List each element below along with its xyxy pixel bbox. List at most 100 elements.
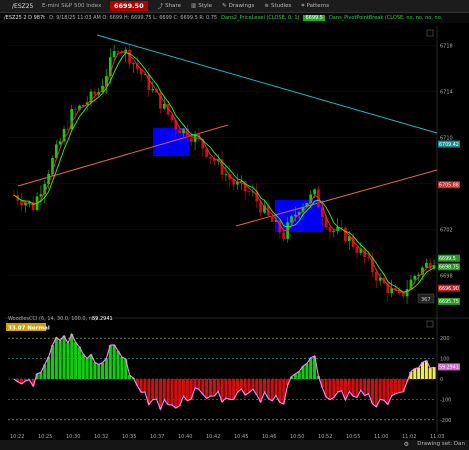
- cci-histogram-bar: [251, 379, 255, 390]
- cci-histogram-bar: [270, 379, 274, 401]
- candle-body: [93, 91, 97, 95]
- cci-histogram-bar: [378, 379, 382, 400]
- candle-body: [58, 141, 62, 145]
- cci-histogram-bar: [397, 379, 401, 393]
- status-bar: Drawing set: Dan ⚙: [0, 440, 469, 450]
- cci-histogram-bar: [208, 379, 213, 397]
- candle-body: [401, 293, 405, 297]
- cci-tick-label: 200: [440, 336, 450, 342]
- candle-body: [340, 226, 343, 228]
- cci-histogram-bar: [420, 362, 425, 379]
- cci-histogram-bar: [158, 379, 162, 410]
- cci-histogram-bar: [89, 354, 93, 379]
- cci-histogram-bar: [93, 362, 97, 379]
- price-label: 6699.5: [439, 256, 456, 262]
- candle-body: [332, 230, 336, 232]
- cci-study-name[interactable]: WoodiesCCI (6, 14, 30.0, 100.0, no): [8, 316, 97, 322]
- cci-regime-label: 33.07 Normal: [8, 326, 50, 332]
- cci-histogram-bar: [432, 367, 436, 379]
- cci-histogram-bar: [374, 379, 378, 407]
- cci-pane: 200 100 0 -100 -200 59.2941: [8, 332, 460, 424]
- candle-body: [328, 227, 332, 232]
- candle-body: [413, 275, 417, 280]
- price-label: 6695.75: [439, 299, 459, 305]
- candle-body: [282, 232, 286, 239]
- cci-histogram-bar: [66, 343, 70, 379]
- cci-histogram-bar: [332, 379, 336, 398]
- cci-histogram-bar: [74, 342, 78, 379]
- cci-histogram-bar: [340, 379, 344, 391]
- cci-value-label: 59.2941: [439, 365, 459, 371]
- cci-histogram-bar: [70, 334, 74, 379]
- candle-body: [374, 271, 378, 281]
- cci-histogram-bar: [262, 379, 267, 392]
- cci-histogram-bar: [62, 335, 66, 379]
- price-label: 6705.88: [439, 183, 459, 189]
- candle-body: [355, 246, 359, 253]
- cci-histogram-bar: [390, 379, 394, 396]
- cci-histogram-bar: [197, 379, 201, 390]
- cci-histogram-bar: [212, 379, 216, 396]
- price-label: 6696.90: [439, 286, 459, 292]
- cci-histogram-bar: [174, 379, 178, 409]
- chart-canvas[interactable]: 6718671467106706670266986709.426705.8866…: [0, 0, 469, 450]
- candle-body: [209, 156, 212, 159]
- cci-histogram-bar: [239, 379, 243, 389]
- cci-histogram-bar: [363, 379, 367, 396]
- cci-histogram-bar: [185, 379, 189, 401]
- cci-histogram-bar: [120, 357, 124, 379]
- candle-body: [162, 104, 166, 109]
- price-label: 6698.75: [439, 265, 459, 271]
- cci-histogram-bar: [305, 363, 309, 379]
- cci-histogram-bar: [428, 368, 432, 379]
- cci-tick-label: -100: [440, 397, 451, 403]
- cci-histogram-bar: [58, 340, 62, 379]
- drawing-set-icon[interactable]: ⚙: [404, 441, 409, 448]
- cci-histogram-bar: [181, 379, 186, 397]
- cci-histogram-bar: [278, 379, 282, 403]
- cci-histogram-bar: [393, 379, 398, 394]
- candle-body: [293, 214, 297, 217]
- price-tick-label: 6714: [440, 89, 453, 95]
- candle-body: [74, 109, 77, 110]
- cci-histogram-bar: [97, 364, 101, 379]
- candle-body: [132, 63, 135, 65]
- cci-histogram-bar: [170, 379, 174, 405]
- candle-body: [270, 215, 274, 222]
- cci-histogram-bar: [39, 372, 43, 379]
- candle-body: [39, 194, 43, 197]
- cci-histogram-bar: [201, 379, 205, 395]
- cci-histogram-bar: [274, 379, 278, 396]
- cci-histogram-bar: [116, 350, 120, 379]
- cci-histogram-bar: [162, 379, 166, 400]
- cci-tick-label: -200: [440, 418, 451, 424]
- drawing-set[interactable]: Drawing set: Dan: [417, 441, 465, 447]
- cci-histogram-bar: [359, 379, 363, 391]
- cci-settings-icon[interactable]: [426, 320, 434, 328]
- cci-histogram-bar: [77, 347, 81, 379]
- candle-body: [425, 262, 428, 268]
- candle-body: [313, 189, 316, 195]
- candle-body: [112, 51, 116, 58]
- cci-histogram-bar: [367, 379, 371, 394]
- cci-histogram-bar: [336, 379, 340, 393]
- cci-histogram-bar: [382, 379, 386, 401]
- cci-histogram-bar: [47, 356, 51, 379]
- price-label: 6709.42: [439, 142, 459, 148]
- cci-histogram-bar: [101, 362, 105, 379]
- cci-histogram-bar: [228, 379, 232, 400]
- cci-histogram-bar: [224, 379, 228, 398]
- cci-histogram-bar: [216, 379, 220, 392]
- cci-histogram-bar: [417, 367, 421, 379]
- cci-histogram-bar: [328, 379, 332, 400]
- candle-body: [151, 89, 155, 91]
- candle-body: [189, 138, 193, 142]
- tick-count-badge: 367: [421, 297, 431, 303]
- cci-histogram-bar: [54, 337, 58, 379]
- candle-body: [178, 129, 182, 134]
- cci-histogram-bar: [247, 379, 251, 393]
- candle-body: [290, 216, 293, 223]
- candle-body: [247, 191, 251, 192]
- cci-histogram-bar: [347, 379, 351, 392]
- cci-histogram-bar: [155, 379, 159, 400]
